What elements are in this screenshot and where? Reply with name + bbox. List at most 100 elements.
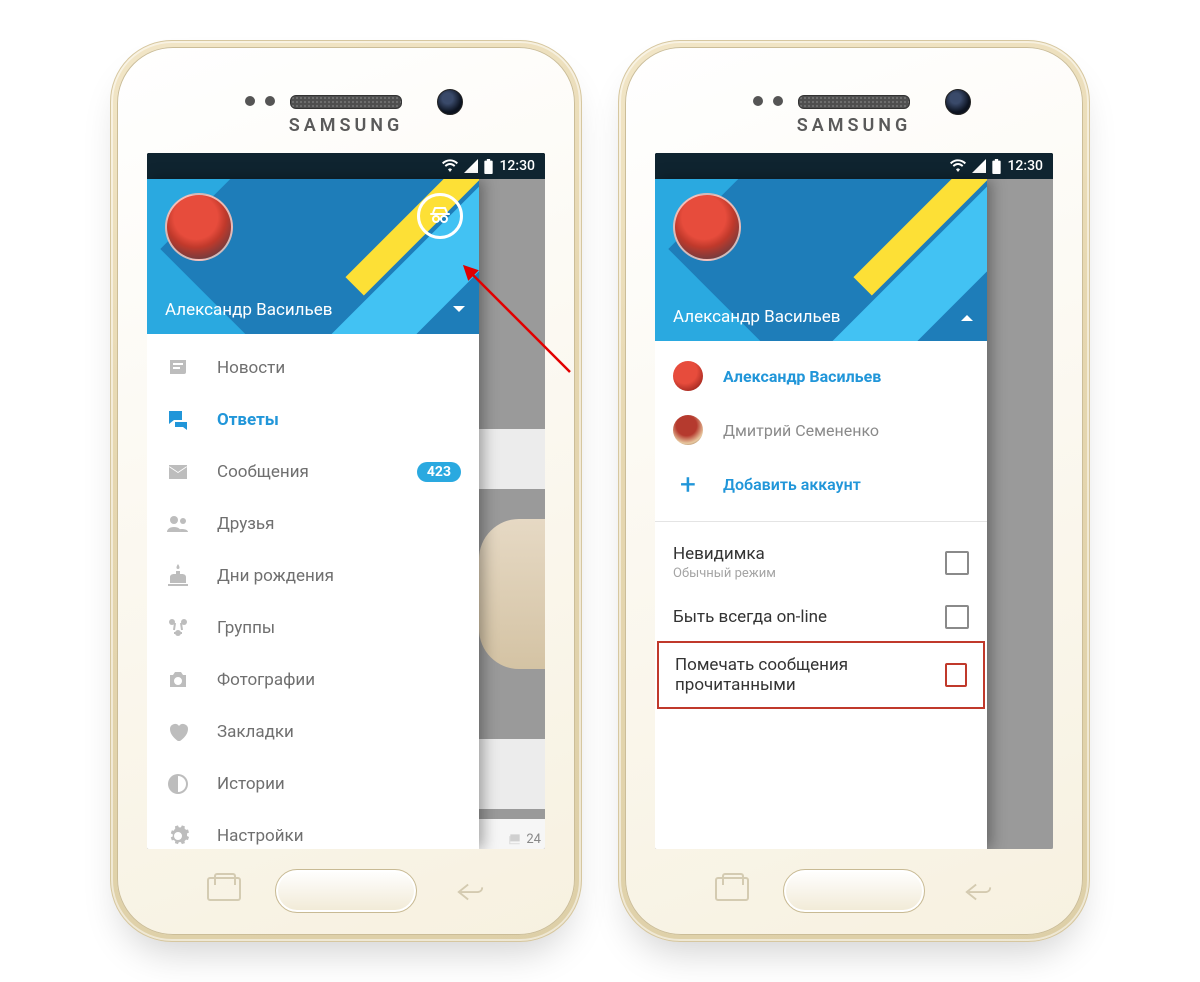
content-scrim[interactable] xyxy=(987,179,1053,849)
nav-label: Друзья xyxy=(217,514,461,534)
photos-icon xyxy=(165,667,191,693)
option-mark-read[interactable]: Помечать сообщения прочитанными xyxy=(657,641,985,709)
account-name: Дмитрий Семененко xyxy=(723,421,879,440)
birthdays-icon xyxy=(165,563,191,589)
brand-label: SAMSUNG xyxy=(117,115,575,136)
back-button[interactable] xyxy=(455,881,485,901)
status-time: 12:30 xyxy=(499,158,535,174)
nav-item-messages[interactable]: Сообщения 423 xyxy=(147,446,479,498)
wifi-icon xyxy=(950,159,966,173)
battery-icon xyxy=(992,159,1001,174)
nav-item-groups[interactable]: Группы xyxy=(147,602,479,654)
avatar xyxy=(673,361,703,391)
status-time: 12:30 xyxy=(1007,158,1043,174)
sensor-icon xyxy=(753,96,763,106)
phone-frame-left: SAMSUNG 12:30 xyxy=(110,40,582,942)
unread-badge: 423 xyxy=(417,462,461,482)
nav-label: Дни рождения xyxy=(217,566,461,586)
nav-item-friends[interactable]: Друзья xyxy=(147,498,479,550)
content-scrim[interactable]: 24 xyxy=(479,179,545,849)
checkbox[interactable] xyxy=(945,551,969,575)
checkbox[interactable] xyxy=(945,605,969,629)
navigation-drawer: Александр Васильев Александр Васильев xyxy=(655,179,987,849)
drawer-header[interactable]: Александр Васильев xyxy=(655,179,987,341)
nav-label: Ответы xyxy=(217,410,461,430)
drawer-header[interactable]: Александр Васильев xyxy=(147,179,479,334)
nav-item-birthdays[interactable]: Дни рождения xyxy=(147,550,479,602)
signal-icon xyxy=(464,159,478,173)
account-name: Александр Васильев xyxy=(723,367,881,386)
speaker-grille xyxy=(290,95,402,109)
back-button[interactable] xyxy=(963,881,993,901)
screen: 12:30 24 xyxy=(147,153,545,849)
sensor-icon xyxy=(773,96,783,106)
phone-frame-right: SAMSUNG 12:30 xyxy=(618,40,1090,942)
nav-label: Фотографии xyxy=(217,670,461,690)
screen: 12:30 Александр Васильев xyxy=(655,153,1053,849)
divider xyxy=(655,521,987,522)
news-icon xyxy=(165,355,191,381)
drawer-user-name: Александр Васильев xyxy=(165,300,332,320)
option-always-online[interactable]: Быть всегда on-line xyxy=(655,593,987,641)
avatar[interactable] xyxy=(673,193,741,261)
option-title: Быть всегда on-line xyxy=(673,607,827,627)
nav-item-photos[interactable]: Фотографии xyxy=(147,654,479,706)
drawer-user-name: Александр Васильев xyxy=(673,307,840,327)
wifi-icon xyxy=(442,159,458,173)
recent-apps-button[interactable] xyxy=(207,877,241,901)
signal-icon xyxy=(972,159,986,173)
avatar[interactable] xyxy=(165,193,233,261)
replies-icon xyxy=(165,407,191,433)
nav-item-news[interactable]: Новости xyxy=(147,342,479,394)
drawer-nav: Новости Ответы xyxy=(147,334,479,849)
bookmarks-icon xyxy=(165,719,191,745)
nav-item-bookmarks[interactable]: Закладки xyxy=(147,706,479,758)
home-button[interactable] xyxy=(275,869,417,913)
phone-bezel: SAMSUNG 12:30 xyxy=(117,47,575,935)
nav-item-stories[interactable]: Истории xyxy=(147,758,479,810)
background-counter: 24 xyxy=(479,819,545,849)
option-invisible[interactable]: Невидимка Обычный режим xyxy=(655,532,987,593)
nav-label: Настройки xyxy=(217,826,461,846)
battery-icon xyxy=(484,159,493,174)
front-camera-icon xyxy=(945,89,971,115)
caret-up-icon[interactable] xyxy=(961,309,973,321)
nav-label: Истории xyxy=(217,774,461,794)
app-surface: 24 xyxy=(147,179,545,849)
background-card xyxy=(479,739,545,809)
phone-bezel: SAMSUNG 12:30 xyxy=(625,47,1083,935)
background-card xyxy=(479,519,545,669)
account-row-secondary[interactable]: Дмитрий Семененко xyxy=(655,403,987,457)
option-subtitle: Обычный режим xyxy=(673,566,945,581)
speaker-grille xyxy=(798,95,910,109)
stories-icon xyxy=(165,771,191,797)
sensor-icon xyxy=(245,96,255,106)
recent-apps-button[interactable] xyxy=(715,877,749,901)
brand-label: SAMSUNG xyxy=(625,115,1083,136)
settings-icon xyxy=(165,823,191,849)
checkbox[interactable] xyxy=(945,663,967,687)
groups-icon xyxy=(165,615,191,641)
avatar xyxy=(673,415,703,445)
incognito-icon[interactable] xyxy=(417,193,463,239)
nav-item-settings[interactable]: Настройки xyxy=(147,810,479,849)
option-title: Помечать сообщения прочитанными xyxy=(675,655,848,695)
nav-label: Сообщения xyxy=(217,462,391,482)
navigation-drawer: Александр Васильев Новости xyxy=(147,179,479,849)
home-button[interactable] xyxy=(783,869,925,913)
account-row-primary[interactable]: Александр Васильев xyxy=(655,349,987,403)
nav-label: Группы xyxy=(217,618,461,638)
nav-item-replies[interactable]: Ответы xyxy=(147,394,479,446)
nav-label: Закладки xyxy=(217,722,461,742)
friends-icon xyxy=(165,511,191,537)
sensor-icon xyxy=(265,96,275,106)
caret-down-icon[interactable] xyxy=(453,306,465,318)
plus-icon: + xyxy=(673,468,703,501)
front-camera-icon xyxy=(437,89,463,115)
app-surface: Александр Васильев Александр Васильев xyxy=(655,179,1053,849)
background-card xyxy=(479,429,545,489)
add-account-row[interactable]: + Добавить аккаунт xyxy=(655,457,987,511)
add-account-label: Добавить аккаунт xyxy=(723,475,861,494)
status-bar: 12:30 xyxy=(655,153,1053,179)
messages-icon xyxy=(165,459,191,485)
